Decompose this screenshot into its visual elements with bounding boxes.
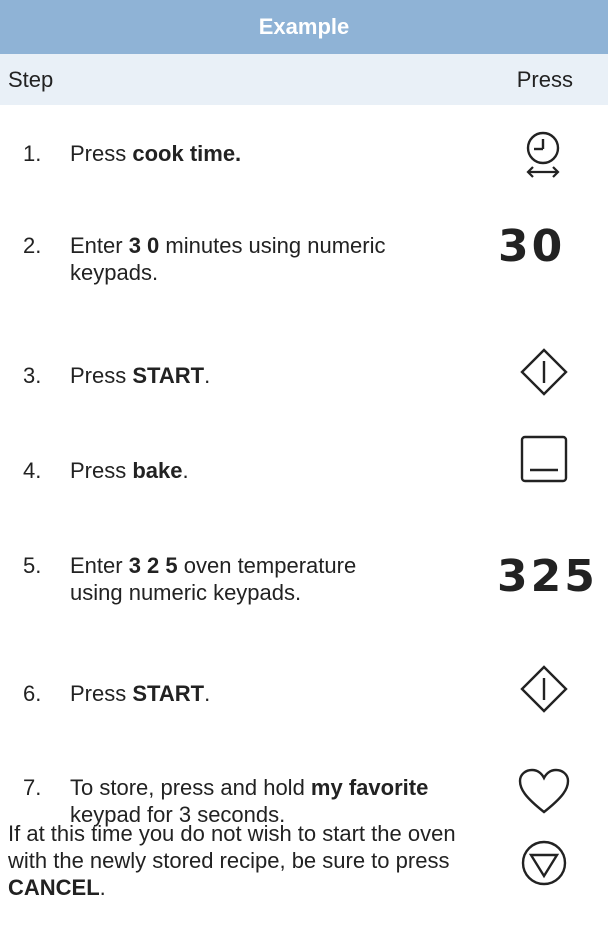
heart-icon bbox=[517, 767, 571, 817]
clock-arrows-icon bbox=[520, 130, 566, 182]
step-text: Enter 3 0 minutes using numeric keypads. bbox=[70, 232, 470, 286]
step-number: 7. bbox=[23, 775, 42, 800]
bake-icon bbox=[519, 434, 569, 484]
cancel-icon bbox=[519, 838, 569, 888]
text-run: . bbox=[204, 363, 211, 388]
step-text: Press START. bbox=[70, 362, 470, 389]
text-run: Enter bbox=[70, 233, 129, 258]
table-title-bar: Example bbox=[0, 0, 608, 54]
start-icon bbox=[519, 347, 569, 397]
text-run: Press bbox=[70, 458, 133, 483]
step-text: Enter 3 2 5 oven temperature using numer… bbox=[70, 552, 400, 606]
cancel-note: If at this time you do not wish to start… bbox=[8, 820, 478, 901]
column-header-step: Step bbox=[8, 67, 54, 92]
text-run: Enter bbox=[70, 553, 129, 578]
text-run: . bbox=[182, 458, 189, 483]
bold-text: cook time. bbox=[132, 141, 242, 166]
step-number: 4. bbox=[23, 458, 42, 483]
text-run: . bbox=[99, 875, 106, 900]
text-run: . bbox=[204, 681, 211, 706]
step-number: 3. bbox=[23, 363, 42, 388]
text-run: Press bbox=[70, 141, 133, 166]
minutes-keypad-value: 30 bbox=[498, 221, 566, 272]
bold-text: START bbox=[132, 363, 205, 388]
text-run: If at this time you do not wish to start… bbox=[8, 821, 456, 873]
bold-text: 3 0 bbox=[128, 233, 160, 258]
table-title: Example bbox=[258, 14, 350, 39]
text-run: To store, press and hold bbox=[70, 775, 311, 800]
bold-text: bake bbox=[132, 458, 183, 483]
bold-text: 3 2 5 bbox=[128, 553, 178, 578]
step-number: 2. bbox=[23, 233, 42, 258]
bold-text: my favorite bbox=[310, 775, 429, 800]
text-run: Press bbox=[70, 681, 133, 706]
start-icon bbox=[519, 664, 569, 714]
bold-text: START bbox=[132, 681, 205, 706]
bold-text: CANCEL bbox=[8, 875, 100, 900]
column-header-row: Step Press bbox=[0, 54, 608, 105]
step-number: 6. bbox=[23, 681, 42, 706]
column-header-press: Press bbox=[516, 67, 573, 92]
text-run: Press bbox=[70, 363, 133, 388]
step-number: 5. bbox=[23, 553, 42, 578]
step-text: Press bake. bbox=[70, 457, 470, 484]
step-text: Press cook time. bbox=[70, 140, 470, 167]
step-number: 1. bbox=[23, 141, 42, 166]
temperature-keypad-value: 325 bbox=[497, 551, 598, 602]
step-text: Press START. bbox=[70, 680, 470, 707]
